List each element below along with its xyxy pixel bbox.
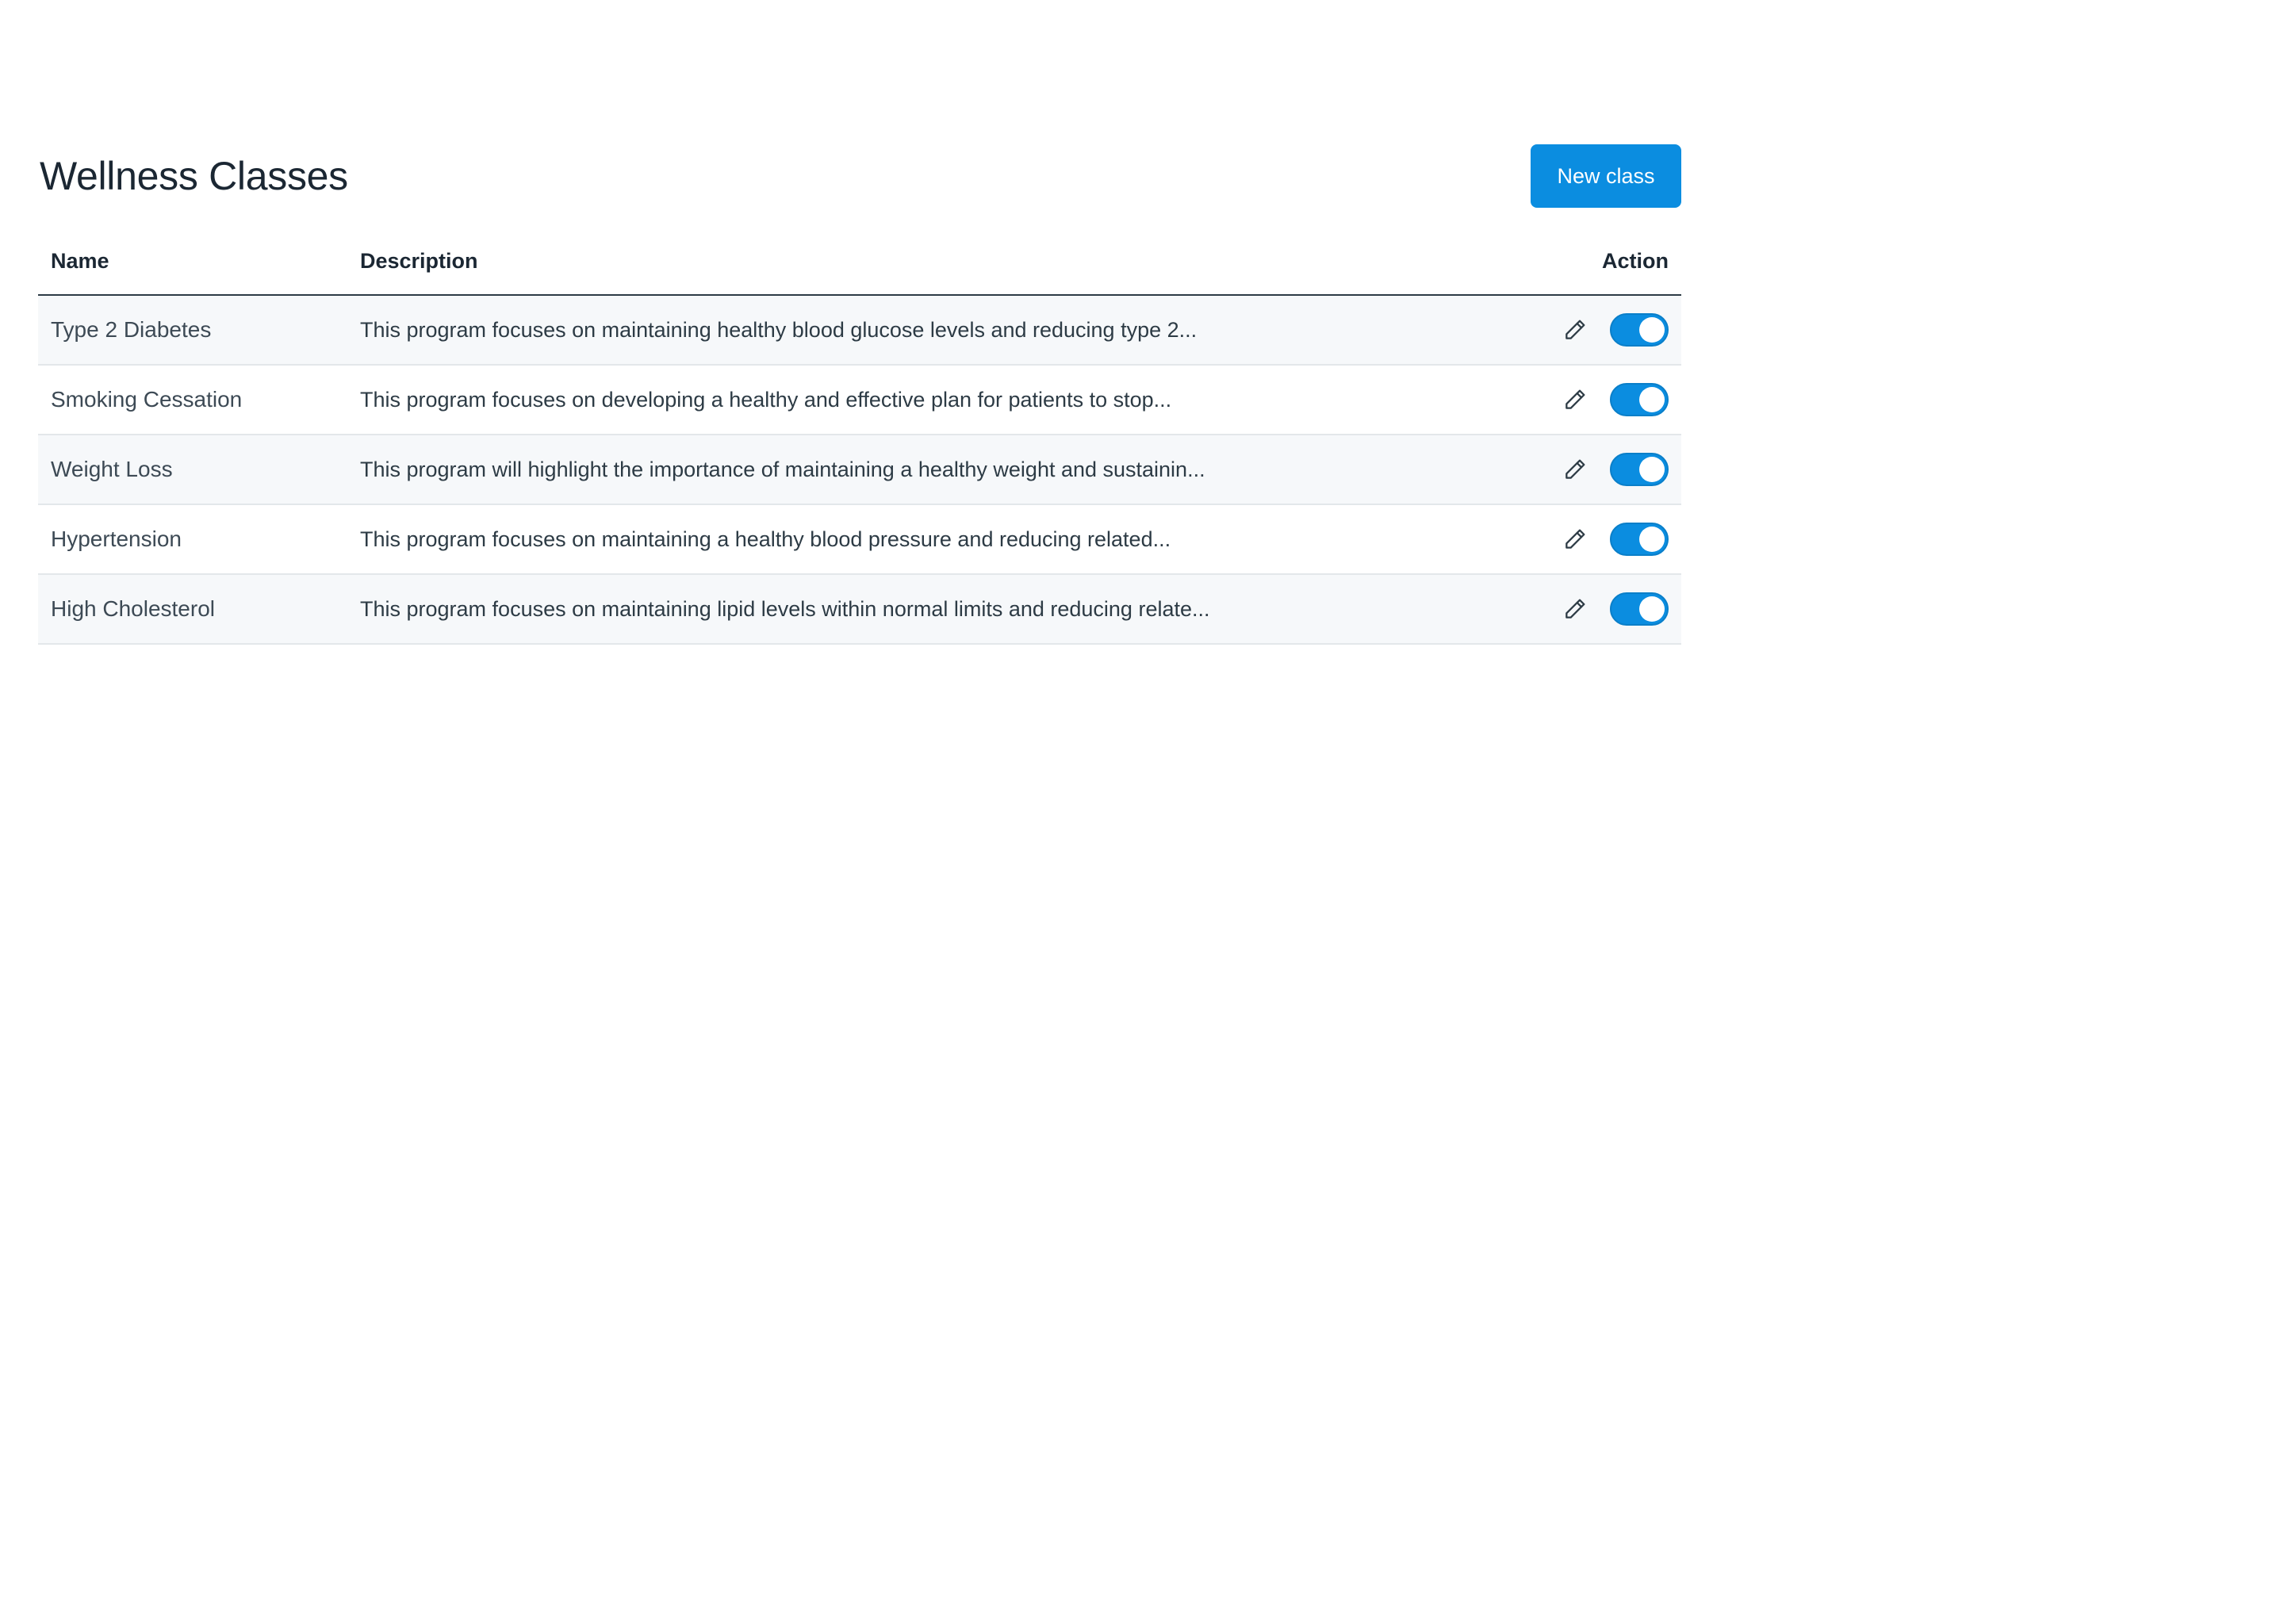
table-row: Smoking Cessation This program focuses o… xyxy=(38,365,1681,435)
toggle-knob xyxy=(1639,457,1665,482)
toggle-knob xyxy=(1639,596,1665,622)
pencil-icon[interactable] xyxy=(1559,384,1591,416)
class-description-cell: This program focuses on maintaining a he… xyxy=(360,527,1171,551)
table-row: Type 2 Diabetes This program focuses on … xyxy=(38,295,1681,365)
toggle-knob xyxy=(1639,527,1665,552)
enabled-toggle[interactable] xyxy=(1610,453,1669,486)
table-row: Weight Loss This program will highlight … xyxy=(38,435,1681,504)
toggle-knob xyxy=(1639,317,1665,343)
column-header-action: Action xyxy=(1402,228,1681,296)
table-header-row: Name Description Action xyxy=(38,228,1681,296)
enabled-toggle[interactable] xyxy=(1610,523,1669,556)
class-name-cell: Weight Loss xyxy=(51,457,173,481)
pencil-icon[interactable] xyxy=(1559,454,1591,485)
row-actions xyxy=(1559,313,1669,347)
pencil-icon[interactable] xyxy=(1559,314,1591,346)
pencil-icon[interactable] xyxy=(1559,523,1591,555)
classes-table: Name Description Action Type 2 Diabetes … xyxy=(38,228,1681,645)
row-actions xyxy=(1559,453,1669,486)
wellness-classes-page: Wellness Classes New class Name Descript… xyxy=(38,144,1681,644)
action-cell xyxy=(1402,435,1681,504)
class-name-cell: Smoking Cessation xyxy=(51,387,243,412)
enabled-toggle[interactable] xyxy=(1610,313,1669,347)
row-actions xyxy=(1559,383,1669,416)
table-row: Hypertension This program focuses on mai… xyxy=(38,504,1681,574)
table-row: High Cholesterol This program focuses on… xyxy=(38,574,1681,644)
pencil-icon[interactable] xyxy=(1559,593,1591,625)
class-description-cell: This program focuses on maintaining lipi… xyxy=(360,596,1210,621)
class-description-cell: This program will highlight the importan… xyxy=(360,457,1205,481)
enabled-toggle[interactable] xyxy=(1610,383,1669,416)
class-name-cell: Hypertension xyxy=(51,527,182,551)
action-cell xyxy=(1402,365,1681,435)
class-name-cell: Type 2 Diabetes xyxy=(51,317,212,342)
column-header-description: Description xyxy=(347,228,1402,296)
page-title: Wellness Classes xyxy=(40,154,348,198)
action-cell xyxy=(1402,295,1681,365)
row-actions xyxy=(1559,592,1669,626)
action-cell xyxy=(1402,574,1681,644)
new-class-button[interactable]: New class xyxy=(1531,144,1681,208)
row-actions xyxy=(1559,523,1669,556)
toggle-knob xyxy=(1639,387,1665,412)
enabled-toggle[interactable] xyxy=(1610,592,1669,626)
class-name-cell: High Cholesterol xyxy=(51,596,215,621)
action-cell xyxy=(1402,504,1681,574)
column-header-name: Name xyxy=(38,228,347,296)
class-description-cell: This program focuses on developing a hea… xyxy=(360,387,1172,412)
class-description-cell: This program focuses on maintaining heal… xyxy=(360,317,1198,342)
page-header: Wellness Classes New class xyxy=(38,144,1681,208)
